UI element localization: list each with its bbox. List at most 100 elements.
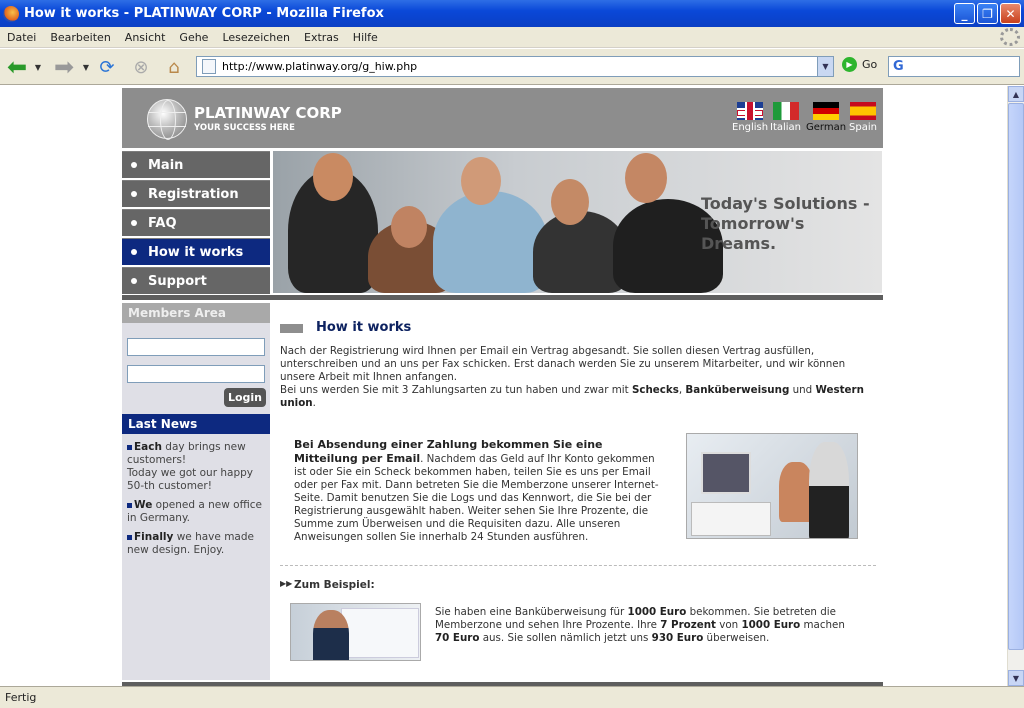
window-titlebar: How it works - PLATINWAY CORP - Mozilla … <box>0 0 1024 27</box>
banner-slogan-line: Today's Solutions - <box>701 194 870 213</box>
nav-item-registration[interactable]: Registration <box>122 180 270 207</box>
bullet-icon <box>127 534 132 540</box>
menu-extras[interactable]: Extras <box>297 31 346 44</box>
page-icon <box>202 59 216 74</box>
throbber-icon <box>1000 28 1020 46</box>
text-span: machen <box>800 619 845 631</box>
example-paragraph: Sie haben eine Banküberweisung für 1000 … <box>435 606 855 645</box>
search-box[interactable]: G <box>888 56 1020 77</box>
scroll-up-button[interactable]: ▲ <box>1008 86 1024 102</box>
double-arrow-icon: ▶▶ <box>280 579 293 588</box>
news-lead: Finally <box>134 531 174 543</box>
login-button[interactable]: Login <box>224 388 266 407</box>
payment-process-paragraph: Bei Absendung einer Zahlung bekommen Sie… <box>294 438 664 544</box>
text-span: Bei uns werden Sie mit 3 Zahlungsarten z… <box>280 384 632 396</box>
nav-item-support[interactable]: Support <box>122 267 270 294</box>
menu-lesezeichen[interactable]: Lesezeichen <box>215 31 297 44</box>
teacher-photo <box>290 603 421 661</box>
example-title: Zum Beispiel: <box>294 579 375 591</box>
banner-face <box>625 153 667 203</box>
person-shape <box>313 610 349 660</box>
banner-face <box>391 206 427 248</box>
go-label: Go <box>862 58 878 71</box>
banner-slogan: Today's Solutions - Tomorrow's Dreams. <box>701 194 882 254</box>
menu-hilfe[interactable]: Hilfe <box>346 31 385 44</box>
bullet-icon <box>131 249 137 255</box>
intro-paragraph: Nach der Registrierung wird Ihnen per Em… <box>280 345 846 383</box>
language-spain[interactable]: Spain <box>849 102 877 133</box>
minimize-button[interactable]: _ <box>954 3 975 24</box>
back-history-dropdown[interactable]: ▼ <box>32 53 44 81</box>
text-strong: 7 Prozent <box>660 619 716 631</box>
bullet-icon <box>131 191 137 197</box>
navigation-toolbar: ⬅ ▼ ➡ ▼ ⟳ ⊗ ⌂ ▼ ▶ Go G <box>0 49 1024 85</box>
bullet-icon <box>131 220 137 226</box>
menu-bearbeiten[interactable]: Bearbeiten <box>43 31 117 44</box>
title-marker <box>280 324 303 333</box>
password-input[interactable] <box>127 365 265 383</box>
nav-item-faq[interactable]: FAQ <box>122 209 270 236</box>
uk-flag-icon <box>737 102 764 120</box>
banner-face <box>313 153 353 201</box>
url-input[interactable] <box>222 60 817 73</box>
italy-flag-icon <box>772 102 799 120</box>
language-label: English <box>732 122 769 133</box>
forward-history-dropdown[interactable]: ▼ <box>80 53 92 81</box>
payment-methods-paragraph: Bei uns werden Sie mit 3 Zahlungsarten z… <box>280 384 876 410</box>
nav-item-label: Main <box>148 157 184 173</box>
nav-item-how-it-works[interactable]: How it works <box>122 238 270 265</box>
text-strong: 70 Euro <box>435 632 480 644</box>
computer-shape <box>691 502 771 536</box>
news-item: Each day brings new customers! Today we g… <box>127 441 265 493</box>
window-title: How it works - PLATINWAY CORP - Mozilla … <box>24 6 384 21</box>
banner-person <box>433 191 548 293</box>
menu-gehe[interactable]: Gehe <box>172 31 215 44</box>
status-text: Fertig <box>5 691 37 704</box>
news-item: Finally we have made new design. Enjoy. <box>127 531 265 557</box>
spain-flag-icon <box>849 102 876 120</box>
site-tagline: YOUR SUCCESS HERE <box>194 123 295 133</box>
text-strong: 1000 Euro <box>627 606 687 618</box>
banner-face <box>551 179 589 225</box>
language-german[interactable]: German <box>806 102 846 133</box>
news-lead: We <box>134 499 153 511</box>
vertical-scrollbar[interactable]: ▲ ▼ <box>1007 86 1024 686</box>
text-span: aus. Sie sollen nämlich jetzt uns <box>479 632 652 644</box>
language-label: Italian <box>770 122 802 133</box>
go-button[interactable]: ▶ Go <box>842 57 877 72</box>
address-bar[interactable]: ▼ <box>196 56 834 77</box>
divider <box>122 295 883 300</box>
home-button[interactable]: ⌂ <box>160 53 188 81</box>
globe-logo-icon <box>147 99 187 140</box>
stop-button[interactable]: ⊗ <box>128 53 154 81</box>
office-photo <box>686 433 858 539</box>
news-extra: Today we got our happy 50-th customer! <box>127 467 253 492</box>
banner-image: Today's Solutions - Tomorrow's Dreams. <box>273 151 882 293</box>
back-button[interactable]: ⬅ <box>3 53 31 81</box>
site-header: PLATINWAY CORP YOUR SUCCESS HERE English… <box>122 88 883 148</box>
language-italian[interactable]: Italian <box>770 102 801 133</box>
menu-ansicht[interactable]: Ansicht <box>118 31 173 44</box>
nav-item-main[interactable]: Main <box>122 151 270 178</box>
scroll-down-button[interactable]: ▼ <box>1008 670 1024 686</box>
members-area-title: Members Area <box>122 303 270 323</box>
text-span: Sie haben eine Banküberweisung für <box>435 606 628 618</box>
dashed-divider <box>280 565 876 566</box>
language-label: German <box>806 122 847 133</box>
url-history-dropdown[interactable]: ▼ <box>817 57 833 76</box>
language-english[interactable]: English <box>732 102 768 133</box>
nav-item-label: FAQ <box>148 215 177 231</box>
news-item: We opened a new office in Germany. <box>127 499 265 525</box>
maximize-button[interactable]: ❐ <box>977 3 998 24</box>
nav-item-label: How it works <box>148 244 244 260</box>
page-title: How it works <box>316 320 412 335</box>
close-button[interactable]: ✕ <box>1000 3 1021 24</box>
person-shape <box>779 462 813 522</box>
scroll-thumb[interactable] <box>1008 103 1024 650</box>
banner-slogan-line: Tomorrow's Dreams. <box>701 214 805 253</box>
reload-button[interactable]: ⟳ <box>94 53 120 81</box>
sidebar: Members Area Login Last News Each day br… <box>122 303 270 680</box>
menu-datei[interactable]: Datei <box>0 31 43 44</box>
forward-button[interactable]: ➡ <box>50 53 78 81</box>
username-input[interactable] <box>127 338 265 356</box>
